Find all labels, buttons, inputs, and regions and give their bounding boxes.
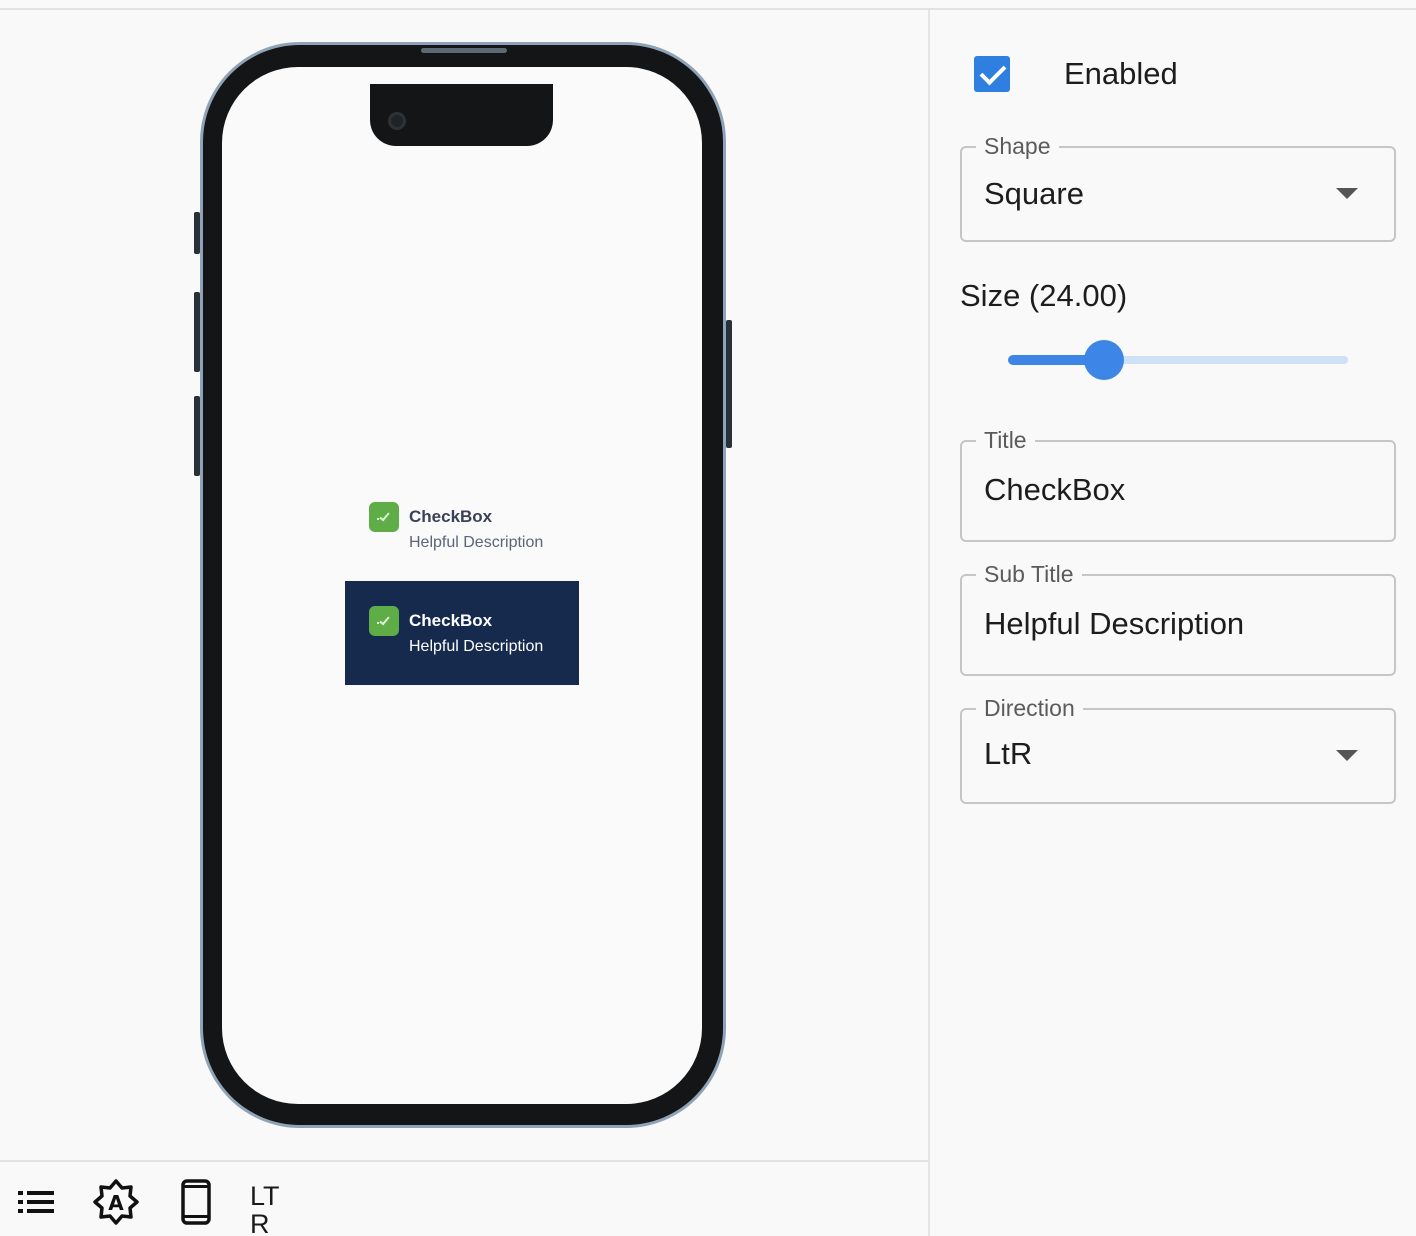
direction-label: Direction: [976, 693, 1083, 723]
shape-select[interactable]: Shape Square: [960, 131, 1396, 242]
phone-volume-down-button: [194, 396, 200, 476]
subtitle-field[interactable]: Sub Title Helpful Description: [960, 559, 1396, 676]
list-icon: [18, 1191, 54, 1213]
subtitle-value: Helpful Description: [984, 606, 1245, 641]
subtitle-label: Sub Title: [976, 559, 1082, 589]
direction-value: LtR: [984, 736, 1033, 771]
list-button[interactable]: [12, 1178, 60, 1226]
title-value: CheckBox: [984, 472, 1126, 507]
direction-toggle[interactable]: LTR: [250, 1182, 286, 1236]
shape-label: Shape: [976, 131, 1059, 161]
top-border: [0, 0, 1416, 10]
brightness-auto-icon: A: [93, 1179, 139, 1225]
chevron-down-icon: [1336, 750, 1358, 761]
checkbox-preview-dark[interactable]: CheckBox Helpful Description: [369, 606, 543, 658]
phone-power-button: [726, 320, 732, 448]
title-label: Title: [976, 425, 1035, 455]
enabled-checkbox[interactable]: [974, 56, 1010, 92]
bottom-toolbar: A LTR: [0, 1160, 929, 1236]
controls-panel: Enabled Shape Square Size (24.00) Title …: [930, 10, 1416, 1236]
device-button[interactable]: [172, 1178, 220, 1226]
svg-text:A: A: [108, 1191, 124, 1215]
smartphone-icon: [181, 1179, 211, 1225]
phone-notch: [370, 84, 553, 146]
phone-mute-button: [194, 212, 200, 254]
size-label: Size (24.00): [960, 278, 1128, 313]
checkbox-checked-icon[interactable]: [369, 606, 399, 636]
camera-icon: [388, 112, 406, 130]
size-slider[interactable]: [1008, 340, 1348, 380]
enabled-row[interactable]: Enabled: [974, 56, 1178, 92]
checkbox-checked-icon[interactable]: [369, 502, 399, 532]
checkbox-subtitle: Helpful Description: [409, 638, 544, 655]
checkbox-subtitle: Helpful Description: [409, 534, 544, 551]
chevron-down-icon: [1336, 188, 1358, 199]
slider-thumb[interactable]: [1084, 340, 1124, 380]
direction-select[interactable]: Direction LtR: [960, 693, 1396, 804]
checkbox-title: CheckBox: [409, 507, 493, 526]
phone-volume-up-button: [194, 292, 200, 372]
theme-button[interactable]: A: [92, 1178, 140, 1226]
checkbox-preview-light[interactable]: CheckBox Helpful Description: [369, 502, 543, 554]
title-field[interactable]: Title CheckBox: [960, 425, 1396, 542]
checkbox-title: CheckBox: [409, 611, 493, 630]
enabled-label: Enabled: [1064, 56, 1178, 91]
phone-speaker: [421, 48, 507, 53]
shape-value: Square: [984, 176, 1084, 211]
